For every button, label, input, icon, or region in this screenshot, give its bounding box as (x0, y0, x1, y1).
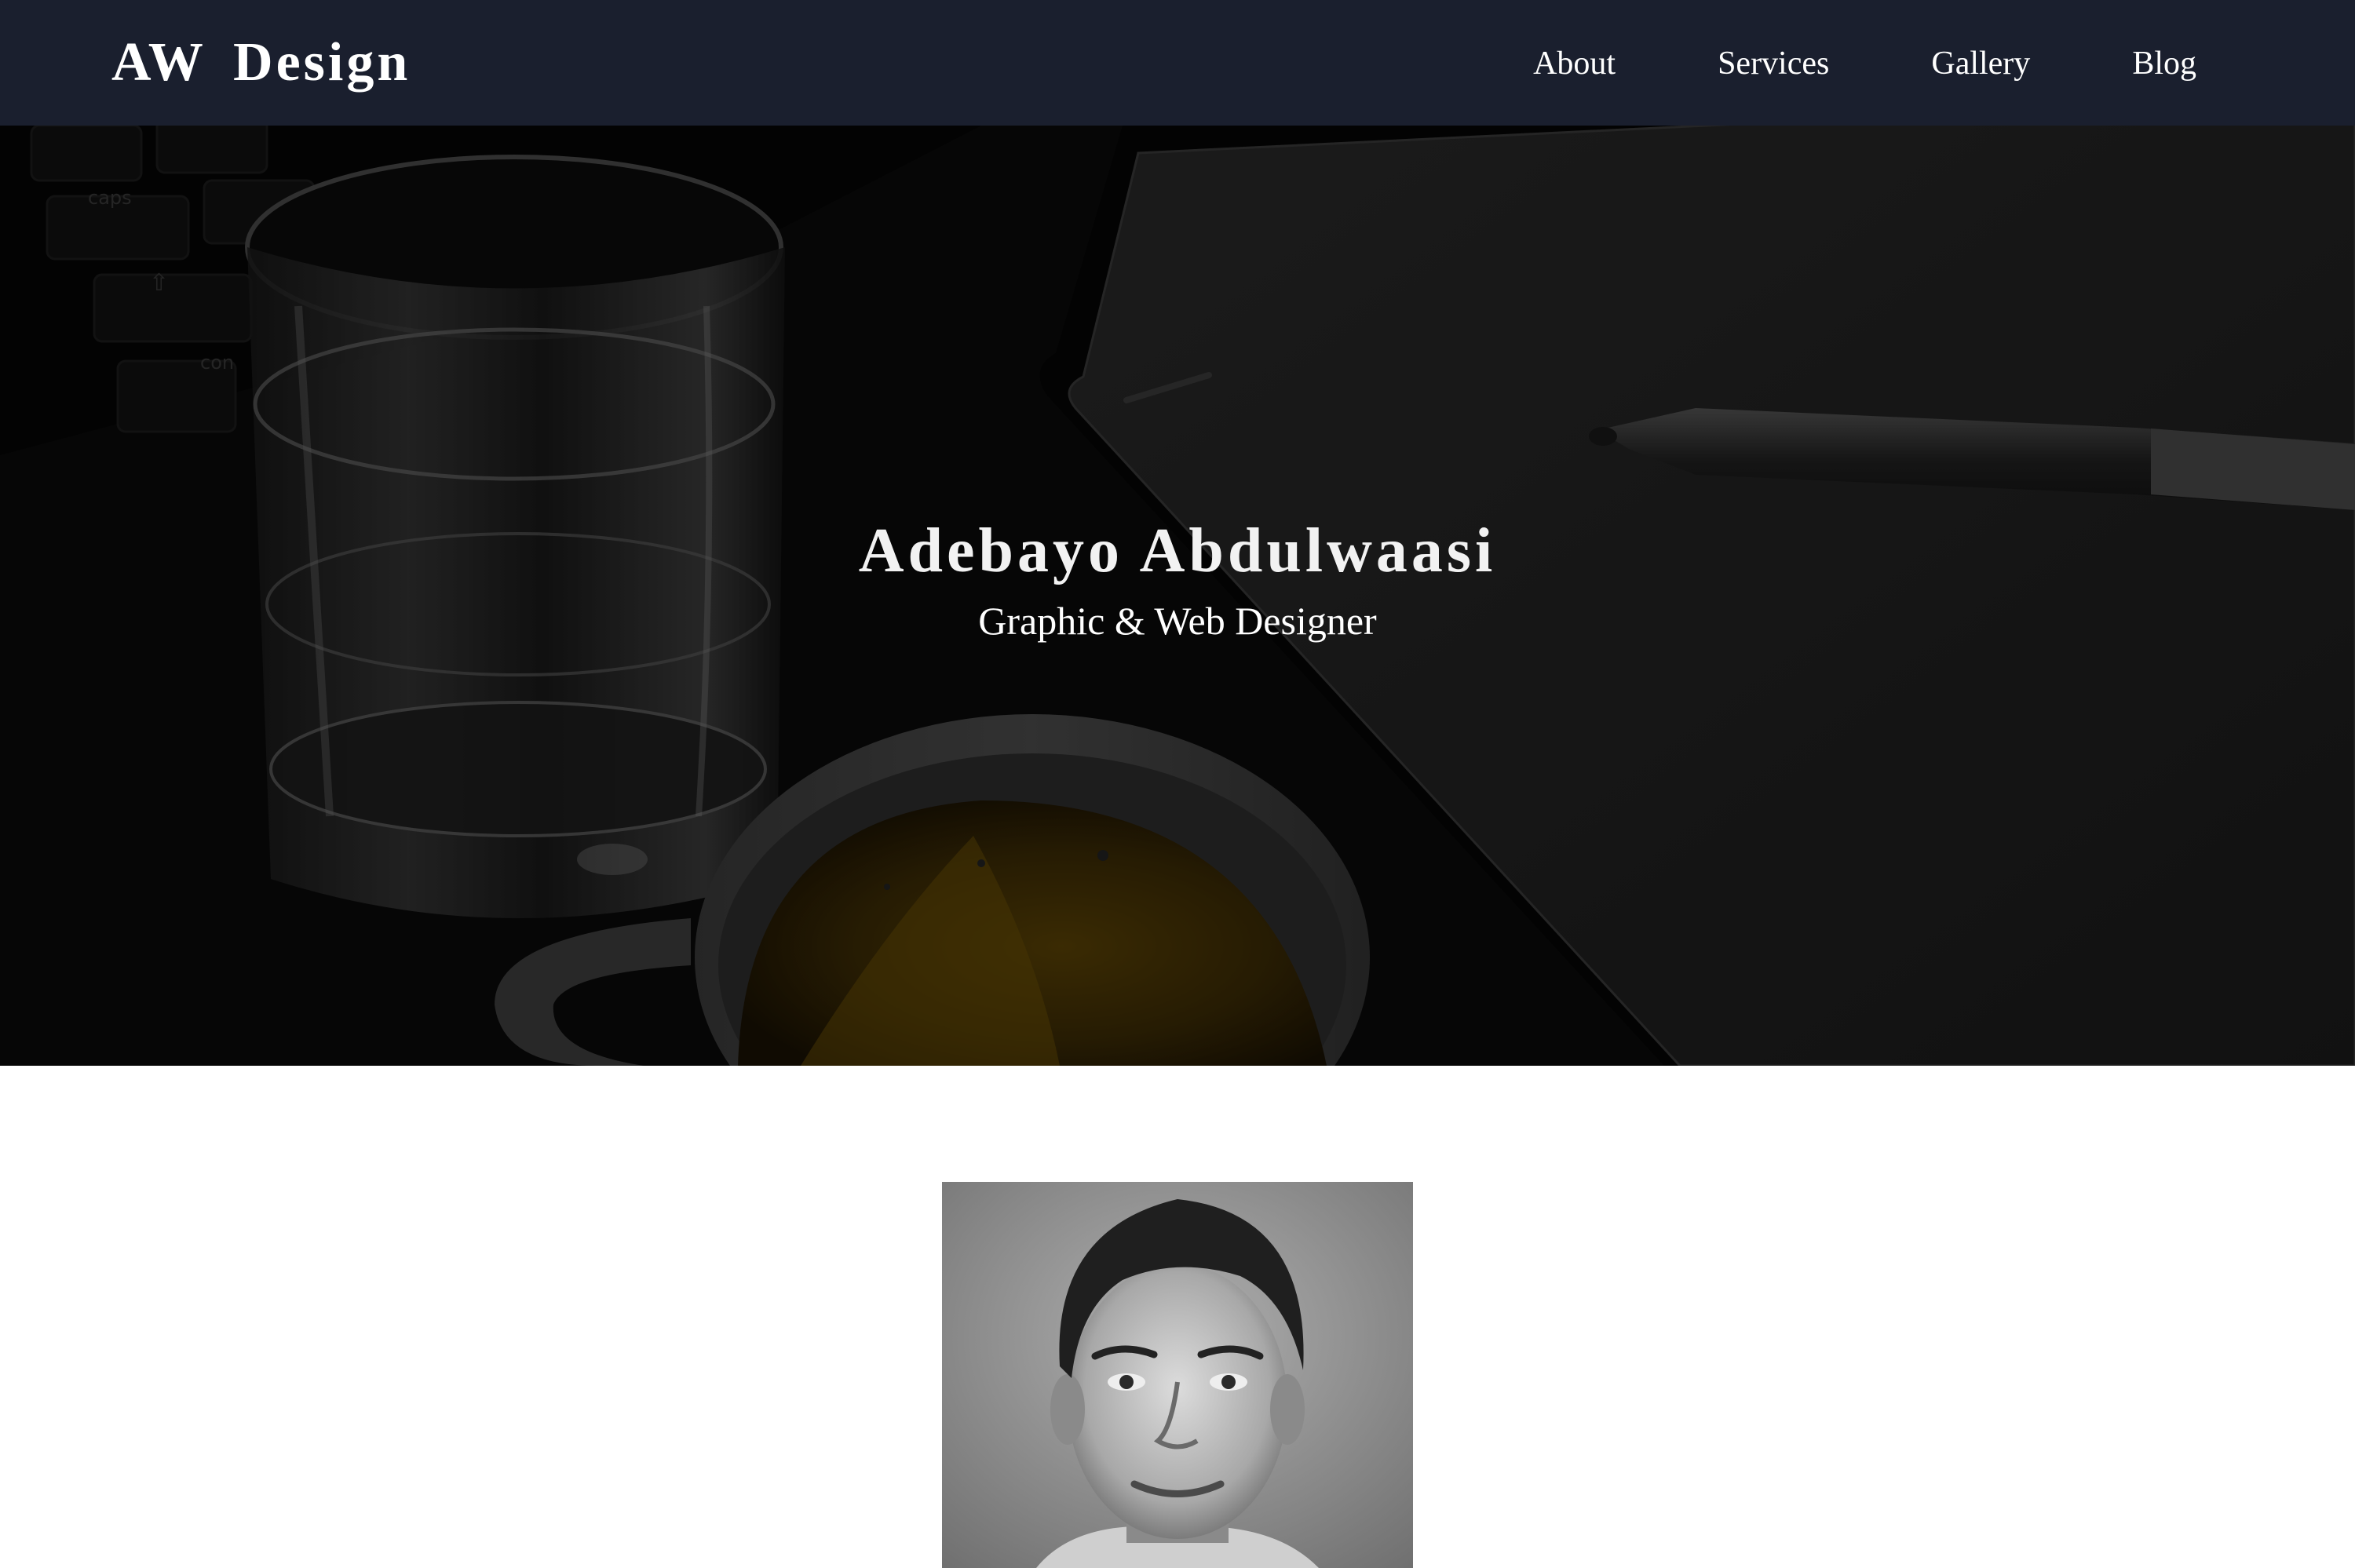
hero-section: caps con ⇧ Adebayo Abdulwaasi Graphic & … (0, 126, 2355, 1066)
nav-link-blog[interactable]: Blog (2132, 45, 2196, 82)
about-section (0, 1066, 2355, 1568)
brand-logo[interactable]: AW Design (111, 31, 411, 94)
nav-link-gallery[interactable]: Gallery (1931, 45, 2030, 82)
hero-text: Adebayo Abdulwaasi Graphic & Web Designe… (0, 126, 2355, 1066)
nav-link-services[interactable]: Services (1718, 45, 1829, 82)
hero-title: Adebayo Abdulwaasi (858, 516, 1497, 585)
hero-subtitle: Graphic & Web Designer (978, 598, 1377, 643)
portrait-photo-image (942, 1182, 1413, 1568)
nav-links: About Services Gallery Blog (1533, 45, 2196, 82)
top-navbar: AW Design About Services Gallery Blog (0, 0, 2355, 126)
nav-link-about[interactable]: About (1533, 45, 1616, 82)
